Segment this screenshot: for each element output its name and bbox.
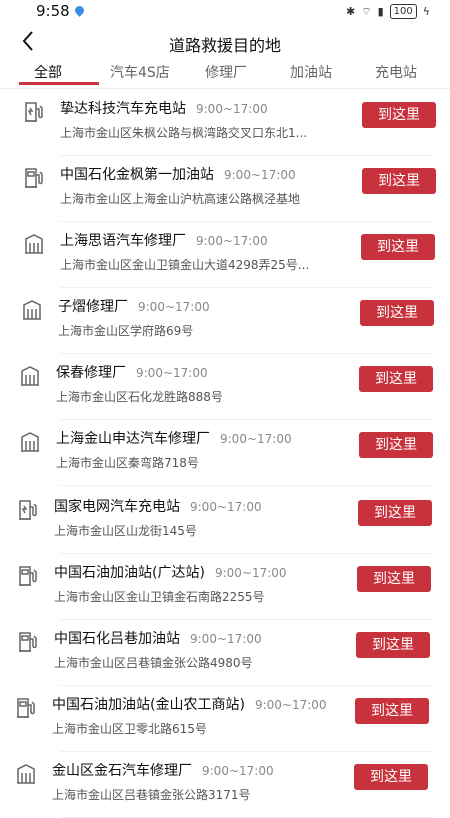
tab-bar: 全部 汽车4S店 修理厂 加油站 充电站: [0, 58, 450, 90]
go-here-button[interactable]: 到这里: [354, 764, 428, 790]
list-item[interactable]: 上海金山申达汽车修理厂 9:00~17:00 上海市金山区秦弯路718号 到这里: [0, 420, 450, 486]
item-name: 上海金山申达汽车修理厂 9:00~17:00: [56, 428, 292, 448]
item-hours: 9:00~17:00: [136, 366, 208, 380]
list-item[interactable]: 中国石化金枫第一加油站 9:00~17:00 上海市金山区上海金山沪杭高速公路枫泾基…: [0, 156, 450, 222]
signal-icon: ▮: [377, 5, 384, 18]
charging-station-icon: [22, 100, 46, 124]
list-item[interactable]: 国家电网汽车充电站 9:00~17:00 上海市金山区山龙街145号 到这里: [0, 488, 450, 554]
item-name-text: 中国石油加油站(金山农工商站): [52, 697, 245, 713]
item-address: 上海市金山区吕巷镇金张公路3171号: [52, 788, 251, 802]
item-hours: 9:00~17:00: [254, 698, 327, 712]
tab-repair-shop[interactable]: 修理厂: [205, 62, 247, 82]
repair-shop-icon: [18, 430, 42, 454]
item-address: 上海市金山区金山卫镇金山大道4298弄25号...: [60, 258, 310, 272]
go-here-button[interactable]: 到这里: [355, 698, 429, 724]
repair-shop-icon: [22, 232, 46, 256]
item-name-text: 中国石化吕巷加油站: [54, 631, 180, 647]
item-name: 挚达科技汽车充电站 9:00~17:00: [60, 98, 268, 118]
list-item[interactable]: 中国石化吕巷加油站 9:00~17:00 上海市金山区吕巷镇金张公路4980号 到这里: [0, 620, 450, 686]
list-item[interactable]: 金山区金石汽车修理厂 9:00~17:00 上海市金山区吕巷镇金张公路3171号 到这…: [0, 752, 450, 818]
item-hours: 9:00~17:00: [202, 764, 274, 778]
gas-station-icon: [16, 630, 40, 654]
go-here-button[interactable]: 到这里: [359, 432, 433, 458]
tab-all[interactable]: 全部: [34, 62, 62, 82]
gas-station-icon: [14, 696, 38, 720]
item-name: 中国石油加油站(金山农工商站) 9:00~17:00: [52, 694, 327, 714]
item-address: 上海市金山区石化龙胜路888号: [56, 390, 223, 404]
tab-charging-station[interactable]: 充电站: [375, 62, 417, 82]
item-hours: 9:00~17:00: [224, 168, 296, 182]
item-address: 上海市金山区上海金山沪杭高速公路枫泾基地: [60, 192, 301, 206]
tab-4s-store[interactable]: 汽车4S店: [110, 62, 170, 82]
battery-icon: 100: [389, 4, 417, 19]
gas-station-icon: [16, 564, 40, 588]
item-name: 国家电网汽车充电站 9:00~17:00: [54, 496, 262, 516]
gas-station-icon: [22, 166, 46, 190]
item-address: 上海市金山区朱枫公路与枫湾路交叉口东北1...: [60, 126, 308, 140]
list-item[interactable]: 上海思语汽车修理厂 9:00~17:00 上海市金山区金山卫镇金山大道4298弄25…: [0, 222, 450, 288]
list-item[interactable]: 中国石油加油站(金山农工商站) 9:00~17:00 上海市金山区卫零北路615号 到…: [0, 686, 450, 752]
active-tab-indicator: [19, 82, 99, 85]
item-name: 上海思语汽车修理厂 9:00~17:00: [60, 230, 268, 250]
item-name: 中国石化金枫第一加油站 9:00~17:00: [60, 164, 296, 184]
repair-shop-icon: [20, 298, 44, 322]
item-name-text: 中国石化金枫第一加油站: [60, 167, 214, 183]
go-here-button[interactable]: 到这里: [356, 632, 430, 658]
list-item[interactable]: 保春修理厂 9:00~17:00 上海市金山区石化龙胜路888号 到这里: [0, 354, 450, 420]
item-name-text: 子熠修理厂: [58, 299, 128, 315]
divider: [60, 485, 432, 486]
item-hours: 9:00~17:00: [196, 102, 268, 116]
item-hours: 9:00~17:00: [190, 500, 262, 514]
list-item[interactable]: 挚达科技汽车充电站 9:00~17:00 上海市金山区朱枫公路与枫湾路交叉口东北1.…: [0, 90, 450, 156]
item-address: 上海市金山区卫零北路615号: [52, 722, 207, 736]
repair-shop-icon: [18, 364, 42, 388]
item-name: 金山区金石汽车修理厂 9:00~17:00: [52, 760, 274, 780]
go-here-button[interactable]: 到这里: [357, 566, 431, 592]
item-name-text: 上海金山申达汽车修理厂: [56, 431, 210, 447]
item-name: 保春修理厂 9:00~17:00: [56, 362, 208, 382]
item-name: 子熠修理厂 9:00~17:00: [58, 296, 210, 316]
item-address: 上海市金山区吕巷镇金张公路4980号: [54, 656, 253, 670]
go-here-button[interactable]: 到这里: [361, 234, 435, 260]
item-address: 上海市金山区秦弯路718号: [56, 456, 199, 470]
charging-station-icon: [16, 498, 40, 522]
item-name: 中国石化吕巷加油站 9:00~17:00: [54, 628, 262, 648]
page-title: 道路救援目的地: [168, 36, 281, 55]
item-address: 上海市金山区山龙街145号: [54, 524, 197, 538]
go-here-button[interactable]: 到这里: [360, 300, 434, 326]
status-time: 9:58: [36, 2, 70, 20]
item-hours: 9:00~17:00: [138, 300, 210, 314]
item-name-text: 挚达科技汽车充电站: [60, 101, 186, 117]
item-hours: 9:00~17:00: [190, 632, 262, 646]
item-address: 上海市金山区学府路69号: [58, 324, 194, 338]
item-hours: 9:00~17:00: [220, 432, 292, 446]
item-hours: 9:00~17:00: [196, 234, 268, 248]
item-name-text: 中国石油加油站(广达站): [54, 565, 205, 581]
status-bar: 9:58 ✱ ⌔ ▮ 100 ϟ: [0, 0, 450, 24]
list-item[interactable]: 中国石油加油站(广达站) 9:00~17:00 上海市金山区金山卫镇金石南路2255…: [0, 554, 450, 620]
divider: [0, 88, 450, 89]
go-here-button[interactable]: 到这里: [362, 168, 436, 194]
status-icons: ✱ ⌔ ▮ 100 ϟ: [346, 4, 430, 19]
item-name: 中国石油加油站(广达站) 9:00~17:00: [54, 562, 287, 582]
item-name-text: 金山区金石汽车修理厂: [52, 763, 192, 779]
go-here-button[interactable]: 到这里: [362, 102, 436, 128]
list-item[interactable]: 子熠修理厂 9:00~17:00 上海市金山区学府路69号 到这里: [0, 288, 450, 354]
item-name-text: 上海思语汽车修理厂: [60, 233, 186, 249]
item-address: 上海市金山区金山卫镇金石南路2255号: [54, 590, 265, 604]
repair-shop-icon: [14, 762, 38, 786]
item-hours: 9:00~17:00: [214, 566, 287, 580]
tab-gas-station[interactable]: 加油站: [290, 62, 332, 82]
location-icon: [73, 4, 86, 17]
bluetooth-icon: ✱: [346, 5, 356, 18]
header: 道路救援目的地: [0, 26, 450, 58]
go-here-button[interactable]: 到这里: [359, 366, 433, 392]
item-name-text: 保春修理厂: [56, 365, 126, 381]
go-here-button[interactable]: 到这里: [358, 500, 432, 526]
wifi-icon: ⌔: [361, 4, 372, 18]
charging-icon: ϟ: [422, 5, 430, 18]
item-name-text: 国家电网汽车充电站: [54, 499, 180, 515]
